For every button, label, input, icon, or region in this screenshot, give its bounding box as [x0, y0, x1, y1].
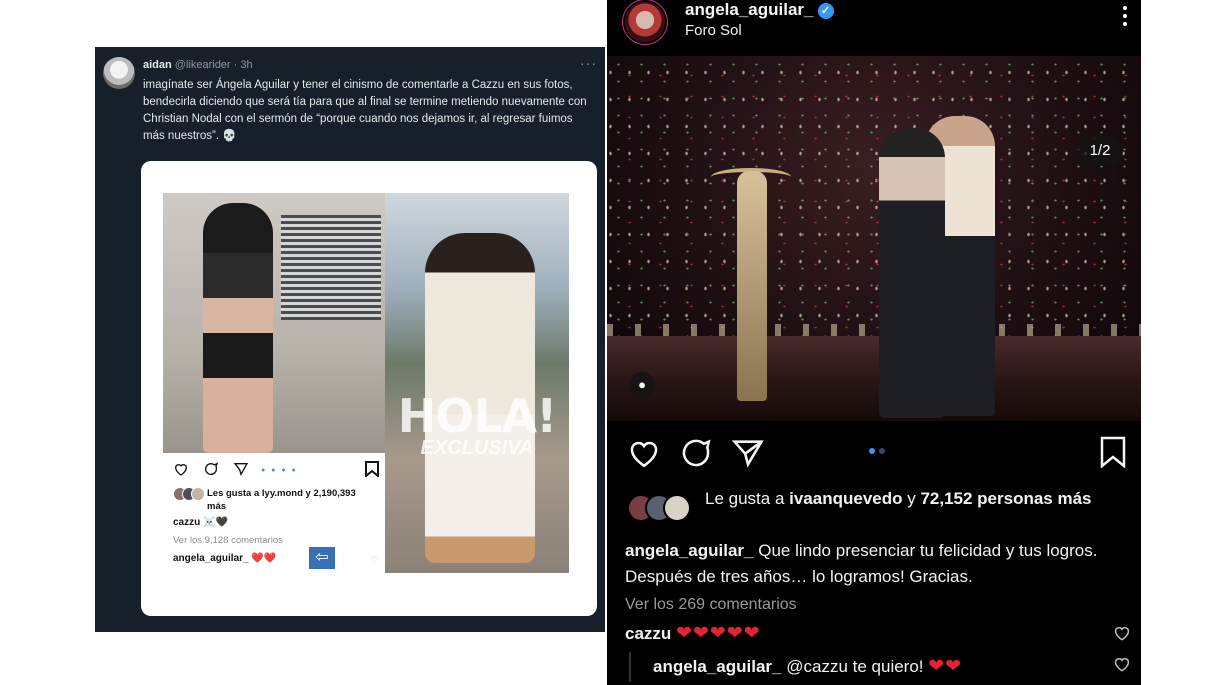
comment-icon[interactable] [679, 436, 713, 470]
tweet-header: aidan @likearider · 3h [143, 59, 253, 71]
arrow-left-icon: ⇦ [309, 547, 335, 569]
tweet-author-handle[interactable]: @likearider [175, 59, 231, 71]
heart-icon[interactable]: ♡ [371, 555, 378, 564]
comment-text: ❤❤❤❤❤ [676, 623, 761, 644]
likes-prefix: Le gusta a [705, 489, 790, 508]
embedded-post-actions [173, 461, 249, 477]
wall-art [281, 215, 381, 320]
comment-row: cazzu ❤❤❤❤❤ [625, 622, 761, 645]
bookmark-icon[interactable] [1099, 436, 1127, 468]
reply-text: @cazzu te quiero! [781, 657, 929, 676]
comment-username[interactable]: cazzu [625, 624, 671, 643]
tweet-media[interactable]: HOLA! EXCLUSIVA ● ● ● ● Les gusta a lyy.… [141, 161, 597, 616]
reply-hearts: ❤❤ [928, 656, 963, 677]
reply-thread-line [629, 652, 631, 682]
tweet-timestamp[interactable]: · 3h [234, 59, 253, 71]
tweet-card: aidan @likearider · 3h ··· imagínate ser… [95, 47, 605, 632]
heart-icon[interactable] [1113, 655, 1131, 673]
caption-username[interactable]: angela_aguilar_ [625, 541, 754, 560]
post-actions [627, 436, 765, 470]
embedded-comment-angela: angela_aguilar_ ❤️❤️ [173, 553, 277, 564]
bookmark-icon[interactable] [365, 461, 379, 477]
comment-icon[interactable] [203, 461, 219, 477]
user-tag-icon[interactable]: ● [629, 372, 655, 398]
likes-count[interactable]: 72,152 personas más [920, 489, 1091, 508]
watermark-exclusiva: EXCLUSIVA [420, 437, 534, 459]
more-options-icon[interactable] [1123, 6, 1129, 26]
tweet-text: imagínate ser Ángela Aguilar y tener el … [143, 79, 587, 142]
likes-summary[interactable]: Le gusta a ivaanquevedo y 72,152 persona… [705, 488, 1125, 510]
embedded-comment-cazzu: cazzu ☠️🖤 [173, 517, 228, 528]
post-caption: angela_aguilar_ Que lindo presenciar tu … [625, 538, 1125, 590]
embedded-likes-text[interactable]: Les gusta a lyy.mond y 2,190,393 más [207, 487, 377, 513]
likes-connector: y [902, 489, 921, 508]
watermark-hola: HOLA! [397, 389, 558, 443]
username-text[interactable]: angela_aguilar_ [685, 0, 814, 19]
embedded-photo-left [163, 193, 385, 453]
verified-badge-icon: ✓ [817, 3, 834, 19]
heart-icon[interactable] [1113, 624, 1131, 642]
avatar[interactable] [103, 57, 135, 89]
embedded-view-comments[interactable]: Ver los 9,128 comentarios [173, 535, 283, 546]
comment-reply-row: angela_aguilar_ @cazzu te quiero! ❤❤ [653, 655, 962, 678]
likers-avatars [173, 487, 205, 501]
carousel-counter: 1/2 [1077, 136, 1123, 166]
tweet-author-name[interactable]: aidan [143, 59, 172, 71]
stage-floor [607, 336, 1141, 421]
golden-statue [737, 171, 767, 401]
share-icon[interactable] [233, 461, 249, 477]
post-username[interactable]: angela_aguilar_ ✓ [685, 0, 834, 20]
person-figure [203, 203, 273, 453]
likers-avatars [627, 494, 695, 524]
avatar [191, 487, 205, 501]
post-photo[interactable]: 1/2 ● [607, 56, 1141, 421]
view-all-comments[interactable]: Ver los 269 comentarios [625, 596, 797, 614]
heart-icon[interactable] [627, 436, 661, 470]
reply-username[interactable]: angela_aguilar_ [653, 657, 782, 676]
heart-icon[interactable] [173, 461, 189, 477]
likes-user[interactable]: ivaanquevedo [789, 489, 902, 508]
instagram-post: angela_aguilar_ ✓ Foro Sol 1/2 ● Le gusta… [607, 0, 1141, 685]
avatar [663, 494, 691, 522]
carousel-dots [869, 448, 885, 454]
person-figure [879, 128, 945, 418]
carousel-dots: ● ● ● ● [261, 467, 298, 474]
share-icon[interactable] [731, 436, 765, 470]
embedded-photo-right [385, 193, 569, 573]
more-options-icon[interactable]: ··· [580, 55, 597, 71]
post-location[interactable]: Foro Sol [685, 22, 742, 39]
avatar[interactable] [625, 2, 665, 42]
